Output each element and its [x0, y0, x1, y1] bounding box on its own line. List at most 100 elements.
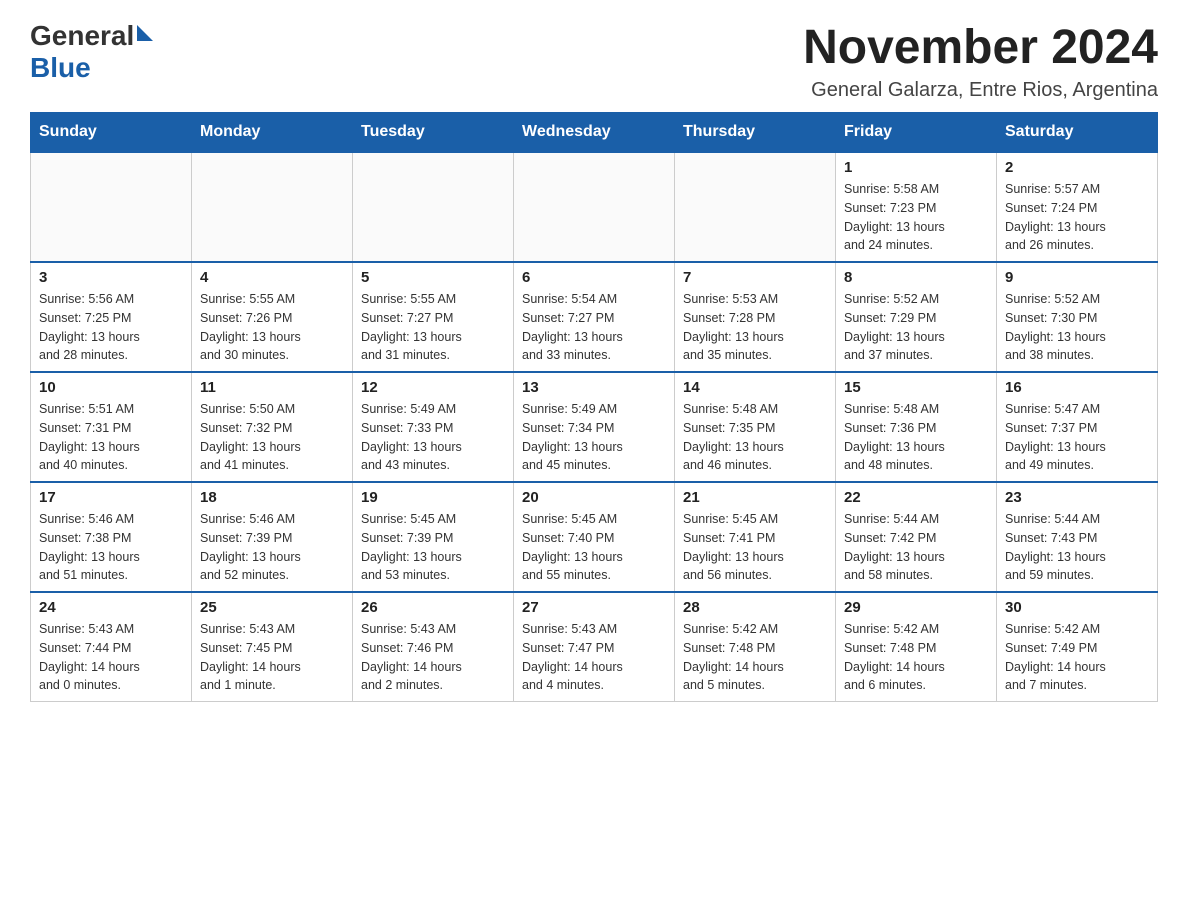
- week-row-4: 17 Sunrise: 5:46 AM Sunset: 7:38 PM Dayli…: [31, 482, 1158, 592]
- day-info: Sunrise: 5:55 AM Sunset: 7:26 PM Dayligh…: [200, 290, 344, 365]
- col-header-thursday: Thursday: [675, 113, 836, 153]
- logo-triangle-icon: [137, 25, 153, 41]
- day-number: 19: [361, 489, 505, 506]
- day-cell: 6 Sunrise: 5:54 AM Sunset: 7:27 PM Daylig…: [514, 262, 675, 372]
- col-header-sunday: Sunday: [31, 113, 192, 153]
- day-cell: 4 Sunrise: 5:55 AM Sunset: 7:26 PM Daylig…: [192, 262, 353, 372]
- day-info: Sunrise: 5:52 AM Sunset: 7:29 PM Dayligh…: [844, 290, 988, 365]
- day-number: 27: [522, 599, 666, 616]
- day-info: Sunrise: 5:43 AM Sunset: 7:45 PM Dayligh…: [200, 620, 344, 695]
- logo-blue-text: Blue: [30, 52, 91, 83]
- day-info: Sunrise: 5:46 AM Sunset: 7:38 PM Dayligh…: [39, 510, 183, 585]
- days-of-week-row: SundayMondayTuesdayWednesdayThursdayFrid…: [31, 113, 1158, 153]
- day-number: 5: [361, 269, 505, 286]
- day-info: Sunrise: 5:52 AM Sunset: 7:30 PM Dayligh…: [1005, 290, 1149, 365]
- day-number: 7: [683, 269, 827, 286]
- day-info: Sunrise: 5:46 AM Sunset: 7:39 PM Dayligh…: [200, 510, 344, 585]
- day-cell: 7 Sunrise: 5:53 AM Sunset: 7:28 PM Daylig…: [675, 262, 836, 372]
- day-number: 4: [200, 269, 344, 286]
- calendar-header: SundayMondayTuesdayWednesdayThursdayFrid…: [31, 113, 1158, 153]
- page-header: General Blue November 2024 General Galar…: [30, 20, 1158, 102]
- day-info: Sunrise: 5:53 AM Sunset: 7:28 PM Dayligh…: [683, 290, 827, 365]
- col-header-friday: Friday: [836, 113, 997, 153]
- week-row-1: 1Sunrise: 5:58 AM Sunset: 7:23 PM Daylig…: [31, 152, 1158, 262]
- day-info: Sunrise: 5:55 AM Sunset: 7:27 PM Dayligh…: [361, 290, 505, 365]
- day-cell: [192, 152, 353, 262]
- day-number: 29: [844, 599, 988, 616]
- day-cell: 8 Sunrise: 5:52 AM Sunset: 7:29 PM Daylig…: [836, 262, 997, 372]
- calendar-table: SundayMondayTuesdayWednesdayThursdayFrid…: [30, 112, 1158, 702]
- day-info: Sunrise: 5:45 AM Sunset: 7:40 PM Dayligh…: [522, 510, 666, 585]
- day-info: Sunrise: 5:51 AM Sunset: 7:31 PM Dayligh…: [39, 400, 183, 475]
- day-cell: 15Sunrise: 5:48 AM Sunset: 7:36 PM Dayli…: [836, 372, 997, 482]
- day-number: 30: [1005, 599, 1149, 616]
- day-cell: 17 Sunrise: 5:46 AM Sunset: 7:38 PM Dayli…: [31, 482, 192, 592]
- day-cell: 11 Sunrise: 5:50 AM Sunset: 7:32 PM Dayli…: [192, 372, 353, 482]
- title-section: November 2024 General Galarza, Entre Rio…: [803, 20, 1158, 102]
- day-number: 6: [522, 269, 666, 286]
- day-info: Sunrise: 5:44 AM Sunset: 7:43 PM Dayligh…: [1005, 510, 1149, 585]
- day-cell: [514, 152, 675, 262]
- day-info: Sunrise: 5:50 AM Sunset: 7:32 PM Dayligh…: [200, 400, 344, 475]
- day-number: 24: [39, 599, 183, 616]
- day-number: 26: [361, 599, 505, 616]
- day-number: 11: [200, 379, 344, 396]
- day-number: 18: [200, 489, 344, 506]
- day-number: 9: [1005, 269, 1149, 286]
- day-info: Sunrise: 5:49 AM Sunset: 7:34 PM Dayligh…: [522, 400, 666, 475]
- week-row-5: 24Sunrise: 5:43 AM Sunset: 7:44 PM Dayli…: [31, 592, 1158, 702]
- day-info: Sunrise: 5:54 AM Sunset: 7:27 PM Dayligh…: [522, 290, 666, 365]
- day-number: 8: [844, 269, 988, 286]
- day-cell: 19 Sunrise: 5:45 AM Sunset: 7:39 PM Dayli…: [353, 482, 514, 592]
- day-info: Sunrise: 5:45 AM Sunset: 7:39 PM Dayligh…: [361, 510, 505, 585]
- day-cell: 2 Sunrise: 5:57 AM Sunset: 7:24 PM Daylig…: [997, 152, 1158, 262]
- day-cell: 27Sunrise: 5:43 AM Sunset: 7:47 PM Dayli…: [514, 592, 675, 702]
- day-info: Sunrise: 5:42 AM Sunset: 7:49 PM Dayligh…: [1005, 620, 1149, 695]
- day-cell: [31, 152, 192, 262]
- month-title: November 2024: [803, 20, 1158, 75]
- day-number: 15: [844, 379, 988, 396]
- day-number: 28: [683, 599, 827, 616]
- day-info: Sunrise: 5:48 AM Sunset: 7:35 PM Dayligh…: [683, 400, 827, 475]
- day-number: 25: [200, 599, 344, 616]
- col-header-wednesday: Wednesday: [514, 113, 675, 153]
- calendar-body: 1Sunrise: 5:58 AM Sunset: 7:23 PM Daylig…: [31, 152, 1158, 702]
- col-header-monday: Monday: [192, 113, 353, 153]
- day-cell: 5 Sunrise: 5:55 AM Sunset: 7:27 PM Daylig…: [353, 262, 514, 372]
- day-cell: 22Sunrise: 5:44 AM Sunset: 7:42 PM Dayli…: [836, 482, 997, 592]
- day-cell: 3Sunrise: 5:56 AM Sunset: 7:25 PM Daylig…: [31, 262, 192, 372]
- col-header-tuesday: Tuesday: [353, 113, 514, 153]
- day-info: Sunrise: 5:44 AM Sunset: 7:42 PM Dayligh…: [844, 510, 988, 585]
- day-cell: 24Sunrise: 5:43 AM Sunset: 7:44 PM Dayli…: [31, 592, 192, 702]
- day-info: Sunrise: 5:57 AM Sunset: 7:24 PM Dayligh…: [1005, 180, 1149, 255]
- day-cell: [353, 152, 514, 262]
- week-row-3: 10 Sunrise: 5:51 AM Sunset: 7:31 PM Dayli…: [31, 372, 1158, 482]
- day-number: 10: [39, 379, 183, 396]
- day-info: Sunrise: 5:58 AM Sunset: 7:23 PM Dayligh…: [844, 180, 988, 255]
- day-cell: 23Sunrise: 5:44 AM Sunset: 7:43 PM Dayli…: [997, 482, 1158, 592]
- day-cell: 20Sunrise: 5:45 AM Sunset: 7:40 PM Dayli…: [514, 482, 675, 592]
- day-cell: 30 Sunrise: 5:42 AM Sunset: 7:49 PM Dayli…: [997, 592, 1158, 702]
- day-cell: 14Sunrise: 5:48 AM Sunset: 7:35 PM Dayli…: [675, 372, 836, 482]
- day-info: Sunrise: 5:49 AM Sunset: 7:33 PM Dayligh…: [361, 400, 505, 475]
- day-number: 2: [1005, 159, 1149, 176]
- day-info: Sunrise: 5:45 AM Sunset: 7:41 PM Dayligh…: [683, 510, 827, 585]
- day-cell: [675, 152, 836, 262]
- day-cell: 9 Sunrise: 5:52 AM Sunset: 7:30 PM Daylig…: [997, 262, 1158, 372]
- day-number: 21: [683, 489, 827, 506]
- location-subtitle: General Galarza, Entre Rios, Argentina: [803, 79, 1158, 102]
- day-number: 12: [361, 379, 505, 396]
- day-cell: 18 Sunrise: 5:46 AM Sunset: 7:39 PM Dayli…: [192, 482, 353, 592]
- day-number: 13: [522, 379, 666, 396]
- day-number: 17: [39, 489, 183, 506]
- day-cell: 25 Sunrise: 5:43 AM Sunset: 7:45 PM Dayli…: [192, 592, 353, 702]
- day-info: Sunrise: 5:42 AM Sunset: 7:48 PM Dayligh…: [683, 620, 827, 695]
- logo-general-text: General: [30, 20, 134, 52]
- day-cell: 16Sunrise: 5:47 AM Sunset: 7:37 PM Dayli…: [997, 372, 1158, 482]
- day-cell: 1Sunrise: 5:58 AM Sunset: 7:23 PM Daylig…: [836, 152, 997, 262]
- day-cell: 13 Sunrise: 5:49 AM Sunset: 7:34 PM Dayli…: [514, 372, 675, 482]
- day-cell: 21 Sunrise: 5:45 AM Sunset: 7:41 PM Dayli…: [675, 482, 836, 592]
- day-cell: 29Sunrise: 5:42 AM Sunset: 7:48 PM Dayli…: [836, 592, 997, 702]
- day-cell: 26Sunrise: 5:43 AM Sunset: 7:46 PM Dayli…: [353, 592, 514, 702]
- day-cell: 12 Sunrise: 5:49 AM Sunset: 7:33 PM Dayli…: [353, 372, 514, 482]
